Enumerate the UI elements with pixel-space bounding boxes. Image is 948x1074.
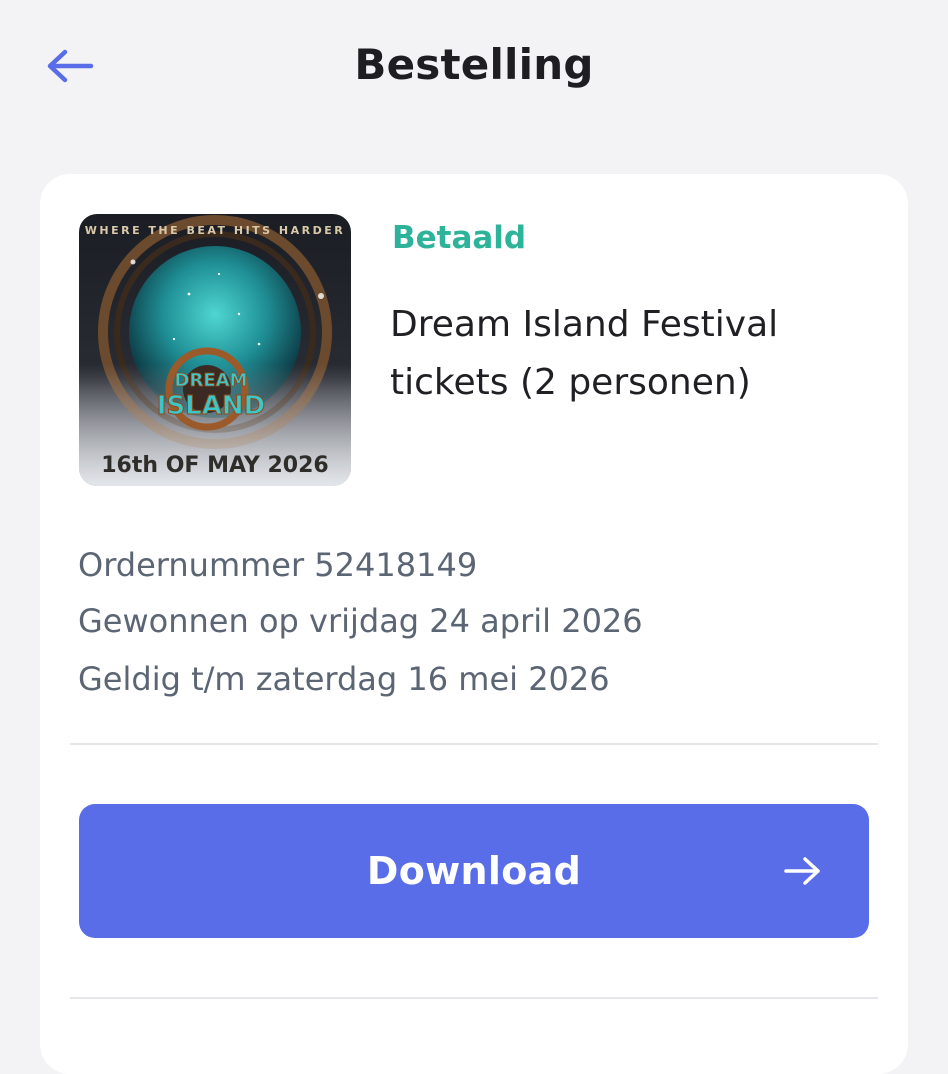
top-bar: Bestelling: [0, 0, 948, 140]
won-date: Gewonnen op vrijdag 24 april 2026: [78, 602, 643, 640]
poster-image: WHERE THE BEAT HITS HARDER DREAM ISLAND …: [79, 214, 351, 486]
poster-date: 16th OF MAY 2026: [101, 453, 328, 478]
download-label: Download: [366, 849, 582, 893]
poster-logo-line2: ISLAND: [157, 391, 265, 421]
order-card: WHERE THE BEAT HITS HARDER DREAM ISLAND …: [40, 174, 908, 1074]
event-poster[interactable]: WHERE THE BEAT HITS HARDER DREAM ISLAND …: [79, 214, 351, 486]
status-badge: Betaald: [392, 220, 527, 256]
product-title-line1: Dream Island Festival: [390, 304, 779, 345]
poster-tagline: WHERE THE BEAT HITS HARDER: [85, 224, 345, 237]
order-number: Ordernummer 52418149: [78, 546, 478, 584]
poster-logo-line1: DREAM: [175, 370, 248, 391]
download-button[interactable]: Download: [79, 804, 869, 938]
page-title: Bestelling: [354, 40, 594, 89]
divider: [70, 997, 878, 999]
valid-until: Geldig t/m zaterdag 16 mei 2026: [78, 660, 610, 698]
product-title-line2: tickets (2 personen): [390, 362, 751, 403]
divider: [70, 743, 878, 745]
product-title: Dream Island Festival tickets (2 persone…: [390, 296, 870, 412]
arrow-right-icon: [784, 857, 820, 885]
